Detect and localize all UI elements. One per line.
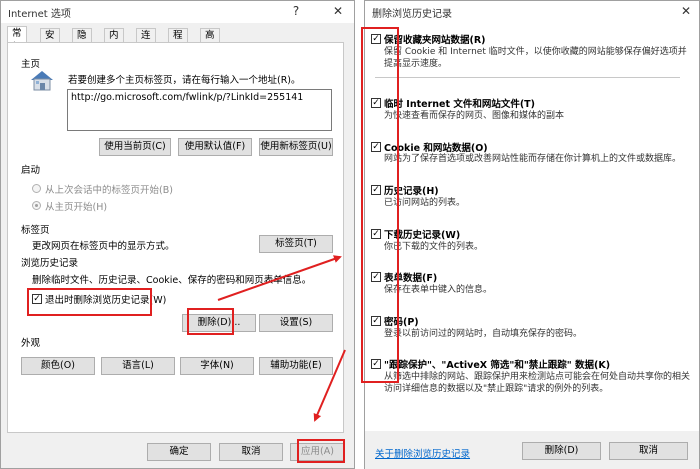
arrow-to-options bbox=[217, 255, 342, 301]
arrow-to-apply bbox=[313, 349, 346, 422]
annotation-arrows bbox=[217, 255, 346, 422]
